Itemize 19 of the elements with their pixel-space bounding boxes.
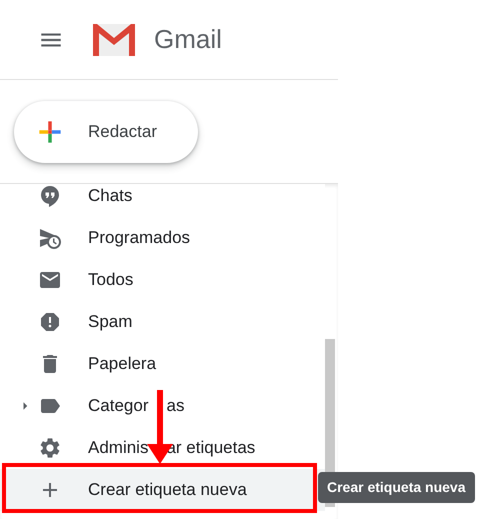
nav-item[interactable]: Chats [0,184,325,217]
nav-label: Categor [88,395,148,418]
nav-label: Programados [88,227,190,250]
settings-icon [38,436,62,460]
nav-label: Todos [88,269,134,292]
tooltip: Crear etiqueta nueva [318,472,474,503]
nav-label: Spam [88,311,132,334]
nav-label: Adminis [88,437,148,460]
nav-label: Chats [88,185,132,208]
nav-item[interactable]: Crear etiqueta nueva [0,469,325,511]
nav-label: Crear etiqueta nueva [88,479,247,502]
warning-icon [38,310,62,334]
scheduled-send-icon [38,226,62,250]
nav-label: as [166,395,184,418]
chat-bubble-icon [38,184,62,208]
nav-label: Papelera [88,353,156,376]
gmail-logo-icon [90,22,138,58]
app-title: Gmail [154,23,222,56]
compose-button[interactable]: Redactar [14,101,198,163]
